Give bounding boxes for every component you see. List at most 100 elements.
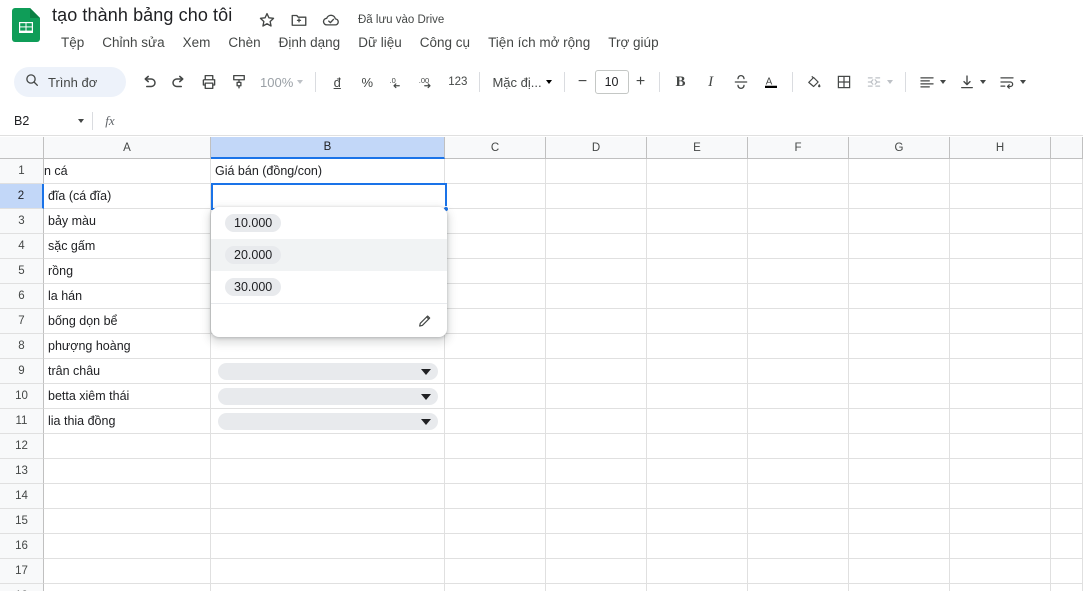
cell-a14[interactable] xyxy=(44,484,211,509)
cell-f11[interactable] xyxy=(748,409,849,434)
cell-d18[interactable] xyxy=(546,584,647,591)
column-header-b[interactable]: B xyxy=(211,137,445,159)
cell-d1[interactable] xyxy=(546,159,647,184)
cell-a10[interactable]: betta xiêm thái xyxy=(44,384,211,409)
cell-f15[interactable] xyxy=(748,509,849,534)
row-header-11[interactable]: 11 xyxy=(0,409,44,434)
dropdown-option-2[interactable]: 20.000 xyxy=(211,239,447,271)
cell-g8[interactable] xyxy=(849,334,950,359)
cell-b17[interactable] xyxy=(211,559,445,584)
cell-i8[interactable] xyxy=(1051,334,1083,359)
zoom-selector[interactable]: 100% xyxy=(254,67,309,97)
cell-c13[interactable] xyxy=(445,459,546,484)
move-to-folder-icon[interactable] xyxy=(290,11,308,29)
dropdown-option-1[interactable]: 10.000 xyxy=(211,207,447,239)
cell-f2[interactable] xyxy=(748,184,849,209)
menu-item-tien-ich-mo-rong[interactable]: Tiện ích mở rộng xyxy=(479,32,599,53)
cell-b8[interactable] xyxy=(211,334,445,359)
cell-d4[interactable] xyxy=(546,234,647,259)
cell-h4[interactable] xyxy=(950,234,1051,259)
cell-f5[interactable] xyxy=(748,259,849,284)
cell-f3[interactable] xyxy=(748,209,849,234)
cell-f6[interactable] xyxy=(748,284,849,309)
cell-c11[interactable] xyxy=(445,409,546,434)
redo-button[interactable] xyxy=(164,67,194,97)
cell-f17[interactable] xyxy=(748,559,849,584)
row-header-8[interactable]: 8 xyxy=(0,334,44,359)
cell-e18[interactable] xyxy=(647,584,748,591)
cell-h11[interactable] xyxy=(950,409,1051,434)
cell-g18[interactable] xyxy=(849,584,950,591)
font-family-selector[interactable]: Mặc đị... xyxy=(486,68,557,96)
cell-g2[interactable] xyxy=(849,184,950,209)
cell-a18[interactable] xyxy=(44,584,211,591)
cell-a13[interactable] xyxy=(44,459,211,484)
vertical-align-icon[interactable] xyxy=(952,67,992,97)
cell-f7[interactable] xyxy=(748,309,849,334)
row-header-14[interactable]: 14 xyxy=(0,484,44,509)
italic-button[interactable]: I xyxy=(696,67,726,97)
cell-d16[interactable] xyxy=(546,534,647,559)
cell-f12[interactable] xyxy=(748,434,849,459)
cell-b18[interactable] xyxy=(211,584,445,591)
cell-e11[interactable] xyxy=(647,409,748,434)
cell-c1[interactable] xyxy=(445,159,546,184)
cell-h10[interactable] xyxy=(950,384,1051,409)
cell-h8[interactable] xyxy=(950,334,1051,359)
cell-i14[interactable] xyxy=(1051,484,1083,509)
cell-h18[interactable] xyxy=(950,584,1051,591)
cell-a12[interactable] xyxy=(44,434,211,459)
menu-item-tep[interactable]: Tệp xyxy=(52,32,93,53)
cell-e16[interactable] xyxy=(647,534,748,559)
cell-d3[interactable] xyxy=(546,209,647,234)
menu-item-tro-giup[interactable]: Trợ giúp xyxy=(599,32,667,53)
row-header-5[interactable]: 5 xyxy=(0,259,44,284)
cell-e3[interactable] xyxy=(647,209,748,234)
cell-i1[interactable] xyxy=(1051,159,1083,184)
row-header-6[interactable]: 6 xyxy=(0,284,44,309)
cell-b14[interactable] xyxy=(211,484,445,509)
cell-e1[interactable] xyxy=(647,159,748,184)
row-header-15[interactable]: 15 xyxy=(0,509,44,534)
cell-a7[interactable]: bống dọn bể xyxy=(44,309,211,334)
cell-b1[interactable]: Giá bán (đồng/con) xyxy=(211,159,445,184)
cell-c8[interactable] xyxy=(445,334,546,359)
row-header-3[interactable]: 3 xyxy=(0,209,44,234)
cell-c15[interactable] xyxy=(445,509,546,534)
name-box[interactable]: B2 xyxy=(0,106,92,136)
column-header-d[interactable]: D xyxy=(546,137,647,159)
row-header-16[interactable]: 16 xyxy=(0,534,44,559)
cell-d14[interactable] xyxy=(546,484,647,509)
cell-e14[interactable] xyxy=(647,484,748,509)
cell-e12[interactable] xyxy=(647,434,748,459)
cell-g4[interactable] xyxy=(849,234,950,259)
bold-button[interactable]: B xyxy=(666,67,696,97)
cell-c4[interactable] xyxy=(445,234,546,259)
cell-i11[interactable] xyxy=(1051,409,1083,434)
cell-g12[interactable] xyxy=(849,434,950,459)
cell-d10[interactable] xyxy=(546,384,647,409)
column-header-c[interactable]: C xyxy=(445,137,546,159)
cell-a9[interactable]: trân châu xyxy=(44,359,211,384)
cell-h15[interactable] xyxy=(950,509,1051,534)
cell-f1[interactable] xyxy=(748,159,849,184)
menu-item-dinh-dang[interactable]: Định dạng xyxy=(270,32,350,53)
cell-e2[interactable] xyxy=(647,184,748,209)
cell-d2[interactable] xyxy=(546,184,647,209)
cell-c12[interactable] xyxy=(445,434,546,459)
cell-f18[interactable] xyxy=(748,584,849,591)
row-header-18[interactable]: 18 xyxy=(0,584,44,591)
menu-item-chinh-sua[interactable]: Chỉnh sửa xyxy=(93,32,173,53)
cell-f4[interactable] xyxy=(748,234,849,259)
column-header-g[interactable]: G xyxy=(849,137,950,159)
row-header-4[interactable]: 4 xyxy=(0,234,44,259)
cell-a11[interactable]: lia thia đồng xyxy=(44,409,211,434)
formula-input[interactable] xyxy=(127,106,1083,136)
cell-g11[interactable] xyxy=(849,409,950,434)
cell-d13[interactable] xyxy=(546,459,647,484)
increase-font-size-button[interactable]: + xyxy=(629,70,653,94)
cell-b16[interactable] xyxy=(211,534,445,559)
cell-a4[interactable]: sặc gấm xyxy=(44,234,211,259)
paint-format-button[interactable] xyxy=(224,67,254,97)
text-wrap-icon[interactable] xyxy=(992,67,1032,97)
